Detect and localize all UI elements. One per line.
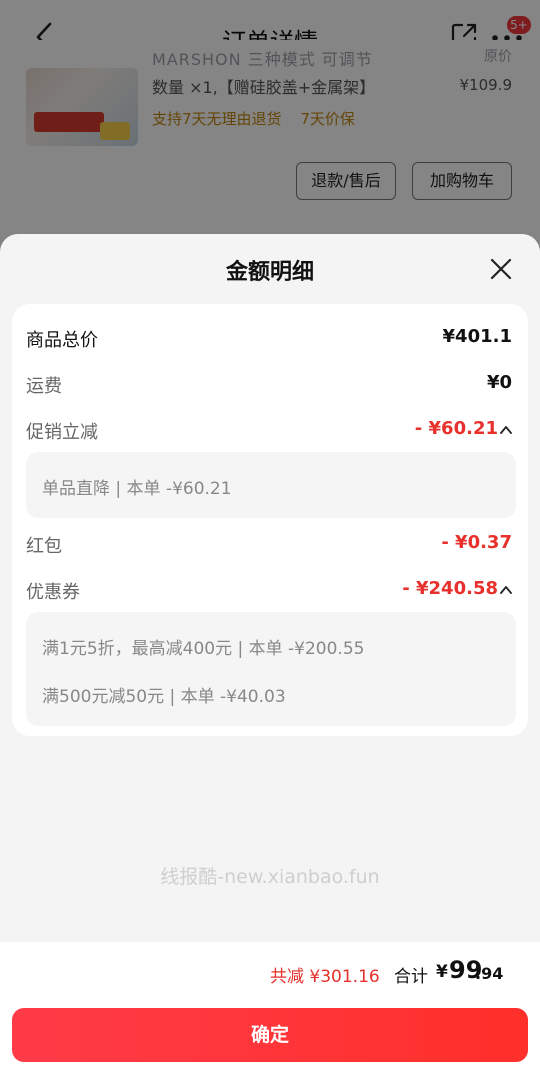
coupon-label: 优惠券 [26,582,80,603]
redpacket-value: - ¥0.37 [441,532,512,553]
coupon-detail-line: 满500元减50元 | 本单 -¥40.03 [42,687,286,707]
row-shipping: 运费 ¥0 [26,372,512,402]
watermark: 线报酷-new.xianbao.fun [160,866,380,888]
grand-total-label: 合计 [394,967,428,987]
confirm-button[interactable]: 确定 [12,1008,528,1062]
coupon-value: - ¥240.58 [402,578,498,599]
row-total: 商品总价 ¥401.1 [26,326,512,356]
promo-detail-box: 单品直降 | 本单 -¥60.21 [26,452,516,518]
close-icon[interactable] [488,256,514,282]
coupon-detail-box: 满1元5折，最高减400元 | 本单 -¥200.55 满500元减50元 | … [26,612,516,726]
redpacket-label: 红包 [26,536,62,557]
total-saved: 共减 ¥301.16 [270,967,380,987]
shipping-label: 运费 [26,376,62,397]
footer-bar: 共减 ¥301.16 合计 ¥ 99 .94 确定 [0,942,540,1074]
row-promo[interactable]: 促销立减 - ¥60.21 [26,418,512,448]
sheet-title: 金额明细 [225,260,314,285]
chevron-up-icon[interactable] [500,424,512,436]
grand-total-decimal: .94 [475,964,504,983]
grand-total-currency: ¥ [436,962,448,982]
promo-label: 促销立减 [26,422,98,443]
row-redpacket: 红包 - ¥0.37 [26,532,512,562]
shipping-value: ¥0 [486,372,512,393]
row-coupon[interactable]: 优惠券 - ¥240.58 [26,578,512,608]
promo-detail-line: 单品直降 | 本单 -¥60.21 [42,479,232,499]
coupon-detail-line: 满1元5折，最高减400元 | 本单 -¥200.55 [42,639,365,659]
chevron-up-icon[interactable] [500,584,512,596]
amount-card: 商品总价 ¥401.1 运费 ¥0 促销立减 - ¥60.21 单品直降 | 本… [12,304,528,736]
total-value: ¥401.1 [442,326,512,347]
promo-value: - ¥60.21 [414,418,498,439]
total-label: 商品总价 [26,330,98,351]
